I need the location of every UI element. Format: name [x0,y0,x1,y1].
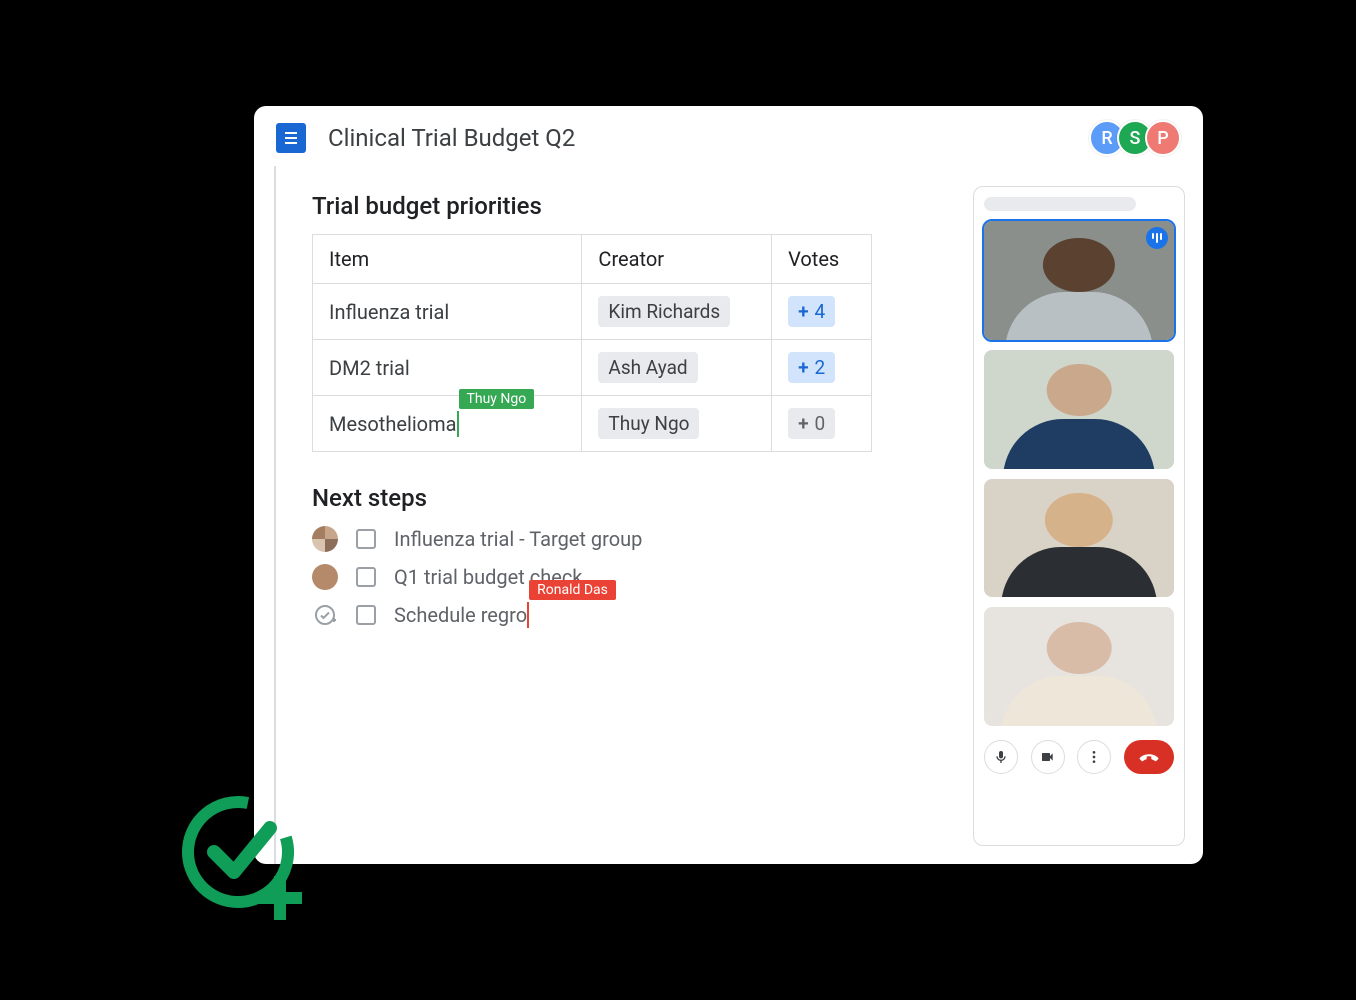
collab-cursor-ronald [527,602,529,628]
meet-controls [984,740,1174,774]
cell-creator[interactable]: Ash Ayad [582,340,772,396]
video-tile[interactable] [984,479,1174,598]
table-header-row: Item Creator Votes [313,235,872,284]
meet-side-panel [973,186,1185,846]
section-heading-priorities: Trial budget priorities [312,192,959,220]
speaking-indicator-icon [1146,227,1168,249]
cell-votes[interactable]: +0 [772,396,872,452]
vote-pill[interactable]: +4 [788,296,835,327]
section-heading-next-steps: Next steps [312,484,959,512]
creator-chip[interactable]: Kim Richards [598,296,730,327]
assignee-avatar[interactable] [312,564,338,590]
cell-item[interactable]: DM2 trial [313,340,582,396]
task-checkbox[interactable] [356,567,376,587]
cell-votes[interactable]: +2 [772,340,872,396]
camera-button[interactable] [1031,740,1065,774]
cell-item[interactable]: Influenza trial [313,284,582,340]
video-tile[interactable] [984,221,1174,340]
cell-votes[interactable]: +4 [772,284,872,340]
cell-creator[interactable]: Thuy Ngo [582,396,772,452]
video-tile[interactable] [984,607,1174,726]
end-call-button[interactable] [1124,740,1174,774]
creator-chip[interactable]: Ash Ayad [598,352,697,383]
collab-cursor-label: Thuy Ngo [459,389,535,409]
collaborator-badges: R S P [1097,120,1181,156]
cell-item[interactable]: Mesothelioma Thuy Ngo [313,396,582,452]
panel-title-placeholder [984,197,1136,211]
task-row[interactable]: Q1 trial budget check [312,564,959,590]
assignee-avatar[interactable] [312,526,338,552]
document-body[interactable]: Trial budget priorities Item Creator Vot… [254,166,967,864]
vote-pill[interactable]: +0 [788,408,835,439]
task-row[interactable]: Schedule regro Ronald Das [312,602,959,628]
more-options-button[interactable] [1077,740,1111,774]
table-row[interactable]: Mesothelioma Thuy Ngo Thuy Ngo +0 [313,396,872,452]
task-checkbox[interactable] [356,605,376,625]
task-label[interactable]: Influenza trial - Target group [394,527,642,551]
table-row[interactable]: Influenza trial Kim Richards +4 [313,284,872,340]
col-item: Item [313,235,582,284]
creator-chip[interactable]: Thuy Ngo [598,408,699,439]
vote-pill[interactable]: +2 [788,352,835,383]
docs-icon [276,123,306,153]
table-row[interactable]: DM2 trial Ash Ayad +2 [313,340,872,396]
task-label[interactable]: Schedule regro Ronald Das [394,602,529,628]
add-task-icon[interactable] [312,602,338,628]
collab-cursor-label: Ronald Das [529,580,616,600]
video-tile[interactable] [984,350,1174,469]
col-creator: Creator [582,235,772,284]
col-votes: Votes [772,235,872,284]
mic-button[interactable] [984,740,1018,774]
collab-cursor-thuy [457,411,459,437]
document-title[interactable]: Clinical Trial Budget Q2 [328,124,575,152]
titlebar: Clinical Trial Budget Q2 R S P [254,106,1203,166]
cell-creator[interactable]: Kim Richards [582,284,772,340]
checkmark-plus-icon [178,790,318,930]
left-margin-rule [274,166,276,864]
task-checkbox[interactable] [356,529,376,549]
priorities-table[interactable]: Item Creator Votes Influenza trial Kim R… [312,234,872,452]
collaborator-badge[interactable]: P [1145,120,1181,156]
docs-window: Clinical Trial Budget Q2 R S P Trial bud… [254,106,1203,864]
task-row[interactable]: Influenza trial - Target group [312,526,959,552]
